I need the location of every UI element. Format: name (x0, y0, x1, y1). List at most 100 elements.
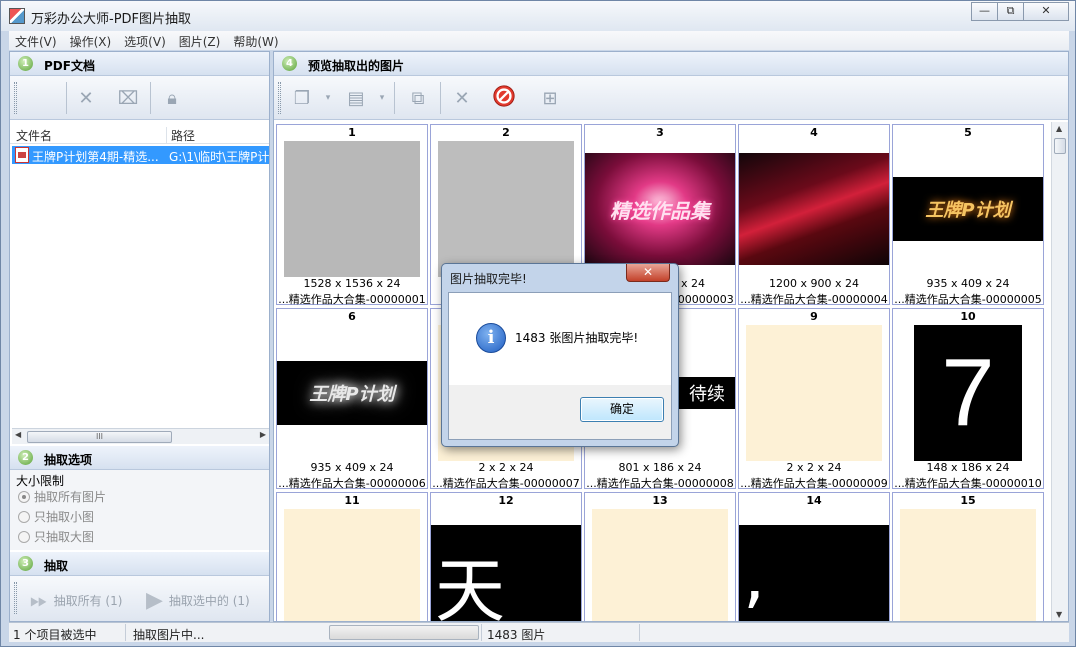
thumbnail-index: 6 (348, 310, 356, 323)
file-list-row[interactable]: 王牌P计划第4期-精选... G:\1\临时\王牌P计划 (12, 146, 269, 164)
section-pdf-docs[interactable]: 1 PDF文档 (10, 52, 269, 76)
status-action: 抽取图片中... (133, 628, 205, 642)
horizontal-scrollbar[interactable]: ◀ III ▶ (12, 428, 269, 444)
section-extract-options[interactable]: 2 抽取选项 (10, 446, 269, 470)
copy-icon[interactable]: ❐ (290, 86, 314, 110)
close-button[interactable]: ✕ (1023, 2, 1069, 21)
thumbnail-index: 13 (652, 494, 668, 507)
thumbnail-cell[interactable]: 12 天 (430, 492, 582, 621)
remove-all-icon[interactable]: ⌧ (116, 86, 140, 110)
thumbnail-filename: ...精选作品大合集-00000005 (894, 293, 1042, 306)
thumbnail-filename: ...精选作品大合集-00000006 (278, 477, 426, 490)
extract-all-button[interactable]: ⏩︎ 抽取所有 (1) (30, 588, 122, 613)
vertical-scrollbar[interactable]: ▲ ▼ (1051, 122, 1068, 621)
minimize-button[interactable]: — (971, 2, 998, 21)
thumbnail-index: 14 (806, 494, 822, 507)
save-dropdown-icon[interactable]: ▾ (370, 86, 394, 110)
step-2-icon: 2 (18, 450, 33, 465)
scroll-left-icon[interactable]: ◀ (15, 430, 21, 439)
thumbnail-cell[interactable]: 13 (584, 492, 736, 621)
thumbnail-index: 10 (960, 310, 976, 323)
thumbnail-index: 1 (348, 126, 356, 139)
step-1-icon: 1 (18, 56, 33, 71)
step-4-icon: 4 (282, 56, 297, 71)
scroll-thumb[interactable]: III (27, 431, 172, 443)
view-mode-icon[interactable]: ⊞ (538, 86, 562, 110)
dialog-message: 1483 张图片抽取完毕! (515, 331, 639, 345)
thumbnail-image-text: 王牌P计划 (925, 200, 1011, 221)
file-path: G:\1\临时\王牌P计划 (169, 150, 269, 164)
radio-extract-large[interactable]: 只抽取大图 (18, 528, 94, 545)
thumbnail-image: , (739, 525, 889, 621)
extract-selected-button[interactable]: ▶ 抽取选中的 (1) (146, 588, 250, 613)
thumbnail-cell[interactable]: 11 (276, 492, 428, 621)
thumbnail-index: 5 (964, 126, 972, 139)
ok-button[interactable]: 确定 (580, 397, 664, 422)
menu-file[interactable]: 文件(V) (15, 31, 64, 50)
thumbnail-cell[interactable]: 9 2 x 2 x 24 ...精选作品大合集-00000009 (738, 308, 890, 490)
thumbnail-cell[interactable]: 6 王牌P计划 935 x 409 x 24 ...精选作品大合集-00000006 (276, 308, 428, 490)
section-label: 抽取选项 (44, 453, 93, 467)
status-bar: 1 个项目被选中 抽取图片中... 1483 图片 (9, 622, 1069, 642)
thumbnail-index: 4 (810, 126, 818, 139)
scroll-thumb[interactable] (1054, 138, 1066, 154)
menu-operation[interactable]: 操作(X) (70, 31, 119, 50)
thumbnail-filename: ...精选作品大合集-00000008 (586, 477, 734, 490)
menu-help[interactable]: 帮助(W) (233, 31, 285, 50)
scroll-right-icon[interactable]: ▶ (260, 430, 266, 439)
menu-options[interactable]: 选项(V) (124, 31, 173, 50)
thumbnail-image (900, 509, 1036, 621)
preview-icon[interactable]: ⧉ (406, 86, 430, 110)
thumbnail-image (284, 141, 420, 277)
menu-bar: 文件(V) 操作(X) 选项(V) 图片(Z) 帮助(W) (9, 31, 1069, 50)
section-label: 抽取 (44, 559, 69, 573)
section-label: PDF文档 (44, 59, 95, 73)
thumbnail-image-text: 7 (941, 339, 995, 446)
thumbnail-index: 11 (344, 494, 360, 507)
radio-extract-all[interactable]: 抽取所有图片 (18, 488, 106, 505)
save-icon[interactable]: ▤ (344, 86, 368, 110)
thumbnail-cell[interactable]: 14, (738, 492, 890, 621)
thumbnail-cell[interactable]: 1 1528 x 1536 x 24 ...精选作品大合集-00000001 (276, 124, 428, 306)
menu-image[interactable]: 图片(Z) (179, 31, 228, 50)
lock-icon[interactable]: 🔒︎ (160, 86, 184, 110)
size-limit-options: 大小限制 抽取所有图片 只抽取小图 只抽取大图 (10, 470, 269, 550)
column-path[interactable]: 路径 (166, 127, 195, 144)
thumbnail-index: 9 (810, 310, 818, 323)
maximize-button[interactable]: ⧉ (997, 2, 1024, 21)
column-filename[interactable]: 文件名 (16, 127, 52, 144)
thumbnail-image (592, 509, 728, 621)
dialog-footer: 确定 (449, 385, 671, 439)
thumbnail-cell[interactable]: 10 7 148 x 186 x 24 ...精选作品大合集-00000010 (892, 308, 1044, 490)
thumbnail-dimensions: 935 x 409 x 24 (310, 461, 394, 474)
scroll-down-icon[interactable]: ▼ (1056, 610, 1062, 619)
thumbnail-image-text: 王牌P计划 (309, 384, 395, 405)
thumbnail-dimensions: 935 x 409 x 24 (926, 277, 1010, 290)
thumbnail-image-text: 待续 (689, 384, 725, 405)
radio-extract-small[interactable]: 只抽取小图 (18, 508, 94, 525)
section-preview[interactable]: 4 预览抽取出的图片 (274, 52, 1068, 76)
thumbnail-index: 2 (502, 126, 510, 139)
thumbnail-dimensions: 2 x 2 x 24 (786, 461, 842, 474)
copy-dropdown-icon[interactable]: ▾ (316, 86, 340, 110)
scroll-up-icon[interactable]: ▲ (1056, 124, 1062, 133)
thumbnail-dimensions: 2 x 2 x 24 (478, 461, 534, 474)
thumbnail-cell[interactable]: 15 (892, 492, 1044, 621)
dialog-close-button[interactable]: ✕ (626, 264, 670, 282)
thumbnail-dimensions: 1528 x 1536 x 24 (303, 277, 401, 290)
pdf-file-icon (15, 147, 29, 163)
thumbnail-dimensions: 1200 x 900 x 24 (769, 277, 859, 290)
thumbnail-index: 12 (498, 494, 514, 507)
thumbnail-image: 天 (431, 525, 581, 621)
section-extract[interactable]: 3 抽取 (10, 552, 269, 576)
thumbnail-cell[interactable]: 5 王牌P计划 935 x 409 x 24 ...精选作品大合集-00000005 (892, 124, 1044, 306)
thumbnail-image-text: 天 (435, 550, 505, 621)
thumbnail-filename: ...精选作品大合集-00000010 (894, 477, 1042, 490)
thumbnail-image: 7 (914, 325, 1022, 461)
step-3-icon: 3 (18, 556, 33, 571)
thumbnail-filename: ...精选作品大合集-00000001 (278, 293, 426, 306)
stop-icon[interactable] (492, 84, 516, 108)
remove-icon[interactable]: ✕ (74, 86, 98, 110)
thumbnail-cell[interactable]: 4 1200 x 900 x 24 ...精选作品大合集-00000004 (738, 124, 890, 306)
delete-icon[interactable]: ✕ (450, 86, 474, 110)
